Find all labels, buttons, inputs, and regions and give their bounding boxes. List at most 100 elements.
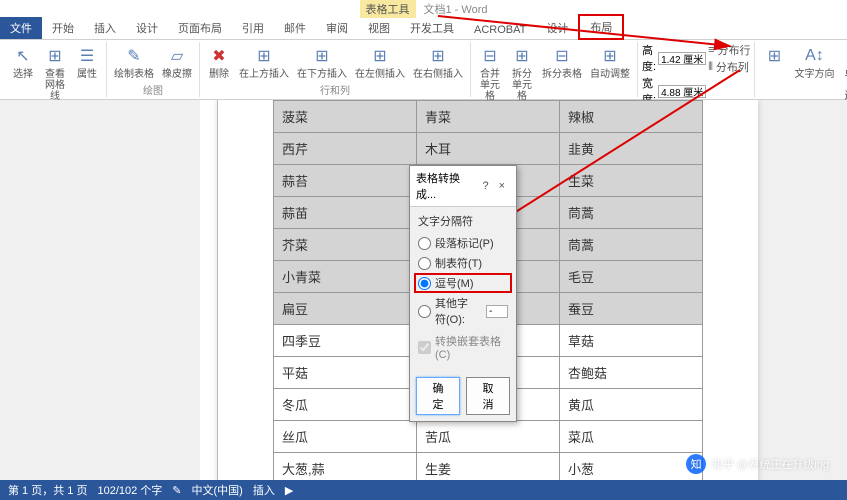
distribute-rows-button[interactable]: ≡分布行 xyxy=(708,42,750,58)
cursor-icon: ↖ xyxy=(11,44,35,68)
table-cell[interactable]: 小青菜 xyxy=(274,261,417,293)
autofit-icon: ⊞ xyxy=(598,44,622,68)
dialog-close-button[interactable]: × xyxy=(494,180,510,192)
table-cell[interactable]: 青菜 xyxy=(417,101,560,133)
merge-cells-button[interactable]: ⊟合并 单元格 xyxy=(475,42,505,104)
select-button[interactable]: ↖选择 xyxy=(8,42,38,82)
table-cell[interactable]: 蒜苔 xyxy=(274,165,417,197)
insert-left-button[interactable]: ⊞在左侧插入 xyxy=(352,42,408,82)
table-cell[interactable]: 冬瓜 xyxy=(274,389,417,421)
tab-table-layout[interactable]: 布局 xyxy=(578,14,624,40)
table-row[interactable]: 丝瓜苦瓜菜瓜 xyxy=(274,421,703,453)
table-row[interactable]: 西芹木耳韭黄 xyxy=(274,133,703,165)
text-direction-button[interactable]: A↕文字方向 xyxy=(791,42,837,82)
table-cell[interactable]: 小葱 xyxy=(560,453,703,481)
table-cell[interactable]: 苦瓜 xyxy=(417,421,560,453)
context-tab-label: 表格工具 xyxy=(360,0,416,18)
split-table-button[interactable]: ⊟拆分表格 xyxy=(539,42,585,82)
tab-view[interactable]: 视图 xyxy=(358,17,400,39)
checkbox-nested[interactable]: 转换嵌套表格(C) xyxy=(418,329,508,365)
insert-right-icon: ⊞ xyxy=(426,44,450,68)
insert-below-icon: ⊞ xyxy=(310,44,334,68)
status-insert-mode[interactable]: 插入 xyxy=(253,482,275,498)
table-cell[interactable]: 蒜苗 xyxy=(274,197,417,229)
table-cell[interactable]: 菠菜 xyxy=(274,101,417,133)
table-row[interactable]: 大葱,蒜生姜小葱 xyxy=(274,453,703,481)
group-draw-label: 绘图 xyxy=(143,82,163,99)
tab-mailings[interactable]: 邮件 xyxy=(274,17,316,39)
merge-icon: ⊟ xyxy=(478,44,502,68)
delete-icon: ✖ xyxy=(207,44,231,68)
table-cell[interactable]: 草菇 xyxy=(560,325,703,357)
tab-developer[interactable]: 开发工具 xyxy=(400,17,464,39)
tab-table-design[interactable]: 设计 xyxy=(536,17,578,39)
radio-paragraph[interactable]: 段落标记(P) xyxy=(418,233,508,253)
table-cell[interactable]: 木耳 xyxy=(417,133,560,165)
status-language-icon: ✎ xyxy=(172,484,181,497)
table-cell[interactable]: 生菜 xyxy=(560,165,703,197)
tab-insert[interactable]: 插入 xyxy=(84,17,126,39)
tab-page-layout[interactable]: 页面布局 xyxy=(168,17,232,39)
insert-above-button[interactable]: ⊞在上方插入 xyxy=(236,42,292,82)
table-cell[interactable]: 丝瓜 xyxy=(274,421,417,453)
tab-references[interactable]: 引用 xyxy=(232,17,274,39)
tab-file[interactable]: 文件 xyxy=(0,17,42,39)
ribbon: ↖选择 ⊞查看 网格线 ☰属性 表 ✎绘制表格 ▱橡皮擦 绘图 ✖删除 ⊞在上方… xyxy=(0,40,847,100)
table-cell[interactable]: 芥菜 xyxy=(274,229,417,261)
table-cell[interactable]: 四季豆 xyxy=(274,325,417,357)
align-grid-icon: ⊞ xyxy=(762,44,786,68)
table-cell[interactable]: 扁豆 xyxy=(274,293,417,325)
table-cell[interactable]: 毛豆 xyxy=(560,261,703,293)
table-row[interactable]: 菠菜青菜辣椒 xyxy=(274,101,703,133)
tab-home[interactable]: 开始 xyxy=(42,17,84,39)
properties-button[interactable]: ☰属性 xyxy=(72,42,102,82)
delete-button[interactable]: ✖删除 xyxy=(204,42,234,82)
table-cell[interactable]: 韭黄 xyxy=(560,133,703,165)
distribute-cols-button[interactable]: ⦀分布列 xyxy=(708,59,750,75)
eraser-button[interactable]: ▱橡皮擦 xyxy=(159,42,195,82)
table-cell[interactable]: 大葱,蒜 xyxy=(274,453,417,481)
align-grid-button[interactable]: ⊞ xyxy=(759,42,789,70)
status-bar: 第 1 页，共 1 页 102/102 个字 ✎ 中文(中国) 插入 ▶ xyxy=(0,480,847,500)
height-input[interactable] xyxy=(658,52,706,65)
table-cell[interactable]: 西芹 xyxy=(274,133,417,165)
draw-table-button[interactable]: ✎绘制表格 xyxy=(111,42,157,82)
table-cell[interactable]: 菜瓜 xyxy=(560,421,703,453)
insert-left-icon: ⊞ xyxy=(368,44,392,68)
radio-comma[interactable]: 逗号(M) xyxy=(414,273,512,293)
cancel-button[interactable]: 取消 xyxy=(466,377,510,415)
table-cell[interactable]: 黄瓜 xyxy=(560,389,703,421)
radio-other[interactable]: 其他字符(O): xyxy=(418,293,508,329)
vertical-ruler xyxy=(200,100,218,480)
insert-below-button[interactable]: ⊞在下方插入 xyxy=(294,42,350,82)
cell-margins-button[interactable]: ▭单元格 边距 xyxy=(839,42,847,104)
autofit-button[interactable]: ⊞自动调整 xyxy=(587,42,633,82)
radio-tab[interactable]: 制表符(T) xyxy=(418,253,508,273)
tab-review[interactable]: 审阅 xyxy=(316,17,358,39)
group-rowscols-label: 行和列 xyxy=(320,82,350,99)
table-cell[interactable]: 蚕豆 xyxy=(560,293,703,325)
pencil-icon: ✎ xyxy=(122,44,146,68)
status-words: 102/102 个字 xyxy=(97,482,162,498)
table-cell[interactable]: 平菇 xyxy=(274,357,417,389)
view-gridlines-button[interactable]: ⊞查看 网格线 xyxy=(40,42,70,104)
tab-acrobat[interactable]: ACROBAT xyxy=(464,21,536,39)
status-language[interactable]: 中文(中国) xyxy=(192,482,243,498)
height-label: 高度: xyxy=(642,42,656,74)
ribbon-tabs: 文件 开始 插入 设计 页面布局 引用 邮件 审阅 视图 开发工具 ACROBA… xyxy=(0,18,847,40)
other-char-input[interactable] xyxy=(486,305,508,318)
tab-design0[interactable]: 设计 xyxy=(126,17,168,39)
width-input[interactable] xyxy=(658,85,706,98)
text-direction-icon: A↕ xyxy=(802,44,826,68)
table-cell[interactable]: 生姜 xyxy=(417,453,560,481)
ok-button[interactable]: 确定 xyxy=(416,377,460,415)
dist-cols-icon: ⦀ xyxy=(708,61,713,74)
table-cell[interactable]: 茼蒿 xyxy=(560,229,703,261)
insert-right-button[interactable]: ⊞在右侧插入 xyxy=(410,42,466,82)
dialog-help-button[interactable]: ? xyxy=(477,180,493,192)
table-cell[interactable]: 辣椒 xyxy=(560,101,703,133)
table-cell[interactable]: 茼蒿 xyxy=(560,197,703,229)
dialog-title: 表格转换成... xyxy=(416,170,477,202)
table-cell[interactable]: 杏鲍菇 xyxy=(560,357,703,389)
split-cells-button[interactable]: ⊞拆分 单元格 xyxy=(507,42,537,104)
